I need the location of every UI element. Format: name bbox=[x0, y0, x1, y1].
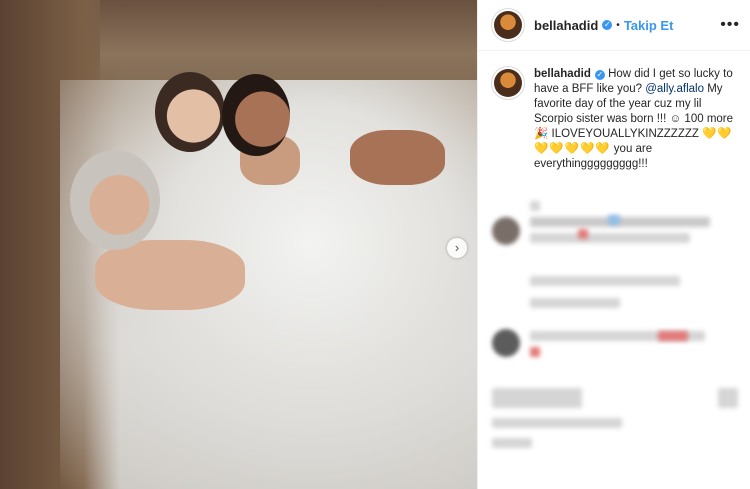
person-left-middle bbox=[155, 72, 225, 152]
verified-badge-icon: ✓ bbox=[594, 70, 605, 80]
comment-blur bbox=[492, 388, 582, 408]
comment-blur bbox=[608, 215, 620, 225]
person-arms bbox=[95, 240, 245, 310]
comment-blurred-3 bbox=[478, 325, 750, 365]
instagram-post: › bellahadid ✓ • Takip Et ••• bellahadid… bbox=[0, 0, 750, 489]
caption-avatar[interactable] bbox=[494, 69, 522, 97]
comment-blur bbox=[718, 388, 738, 408]
comment-blur bbox=[658, 331, 688, 341]
comment-blur bbox=[530, 201, 540, 211]
comment-blur bbox=[530, 217, 710, 227]
comment-blur bbox=[530, 233, 690, 243]
caption-username[interactable]: bellahadid bbox=[534, 68, 591, 80]
caption-text: bellahadid ✓ How did I get so lucky to ha… bbox=[534, 67, 740, 172]
comment-avatar bbox=[492, 217, 520, 245]
comment-blurred-4 bbox=[478, 380, 750, 480]
comment-blurred-2 bbox=[478, 270, 750, 320]
caption: bellahadid ✓ How did I get so lucky to ha… bbox=[478, 51, 750, 172]
comment-blur bbox=[530, 276, 680, 286]
avatar[interactable] bbox=[494, 11, 522, 39]
comment-blur bbox=[530, 298, 620, 308]
person-leg bbox=[350, 130, 445, 185]
author-username[interactable]: bellahadid bbox=[534, 18, 598, 33]
comment-avatar bbox=[492, 329, 520, 357]
separator-dot: • bbox=[616, 19, 620, 31]
rock-top bbox=[100, 0, 477, 90]
post-photo[interactable]: › bbox=[0, 0, 477, 489]
more-options-icon[interactable]: ••• bbox=[720, 16, 740, 34]
person-right bbox=[222, 74, 290, 156]
post-sidebar: bellahadid ✓ • Takip Et ••• bellahadid ✓ … bbox=[477, 0, 750, 489]
comment-blur bbox=[492, 418, 622, 428]
follow-button[interactable]: Takip Et bbox=[624, 18, 674, 33]
comment-blur bbox=[578, 229, 588, 239]
comment-blur bbox=[530, 347, 540, 357]
post-header: bellahadid ✓ • Takip Et ••• bbox=[478, 0, 750, 51]
verified-badge-icon: ✓ bbox=[602, 20, 613, 30]
person-front bbox=[70, 150, 160, 250]
comment-blurred-1 bbox=[478, 195, 750, 265]
comment-blur bbox=[492, 438, 532, 448]
chevron-right-icon[interactable]: › bbox=[447, 238, 467, 258]
caption-mention[interactable]: @ally.aflalo bbox=[645, 83, 704, 95]
